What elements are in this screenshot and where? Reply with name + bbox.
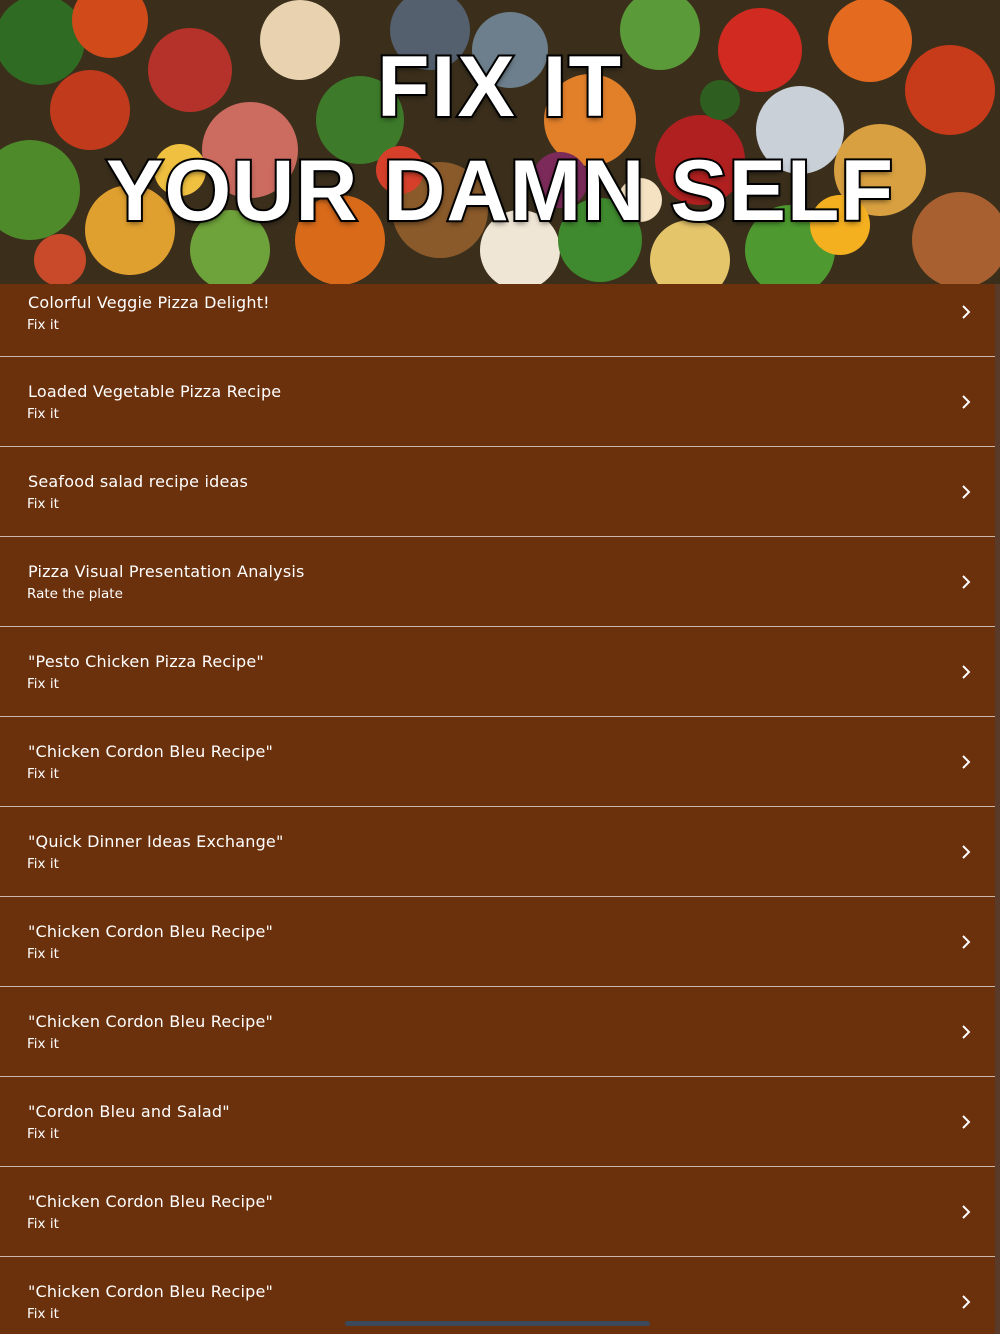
chevron-right-icon bbox=[962, 575, 971, 589]
list-item[interactable]: "Chicken Cordon Bleu Recipe" Fix it bbox=[0, 717, 995, 807]
list-item-subtitle: Fix it bbox=[27, 766, 59, 782]
chevron-right-icon bbox=[962, 305, 971, 319]
list-item[interactable]: "Pesto Chicken Pizza Recipe" Fix it bbox=[0, 627, 995, 717]
conversation-list: Colorful Veggie Pizza Delight! Fix it Lo… bbox=[0, 284, 995, 1334]
chevron-right-icon bbox=[962, 845, 971, 859]
chevron-right-icon bbox=[962, 1295, 971, 1309]
list-item-subtitle: Fix it bbox=[27, 1036, 59, 1052]
chevron-right-icon bbox=[962, 935, 971, 949]
list-item-title: "Chicken Cordon Bleu Recipe" bbox=[28, 1192, 274, 1211]
list-item-subtitle: Fix it bbox=[27, 946, 59, 962]
chevron-right-icon bbox=[962, 1115, 971, 1129]
list-item-title: Pizza Visual Presentation Analysis bbox=[28, 562, 305, 581]
list-item-subtitle: Fix it bbox=[27, 406, 59, 422]
list-item-title: "Chicken Cordon Bleu Recipe" bbox=[28, 1282, 274, 1301]
list-item-subtitle: Fix it bbox=[27, 1306, 59, 1322]
list-item[interactable]: "Cordon Bleu and Salad" Fix it bbox=[0, 1077, 995, 1167]
hero-banner: FIX IT YOUR DAMN SELF bbox=[0, 0, 1000, 284]
list-item[interactable]: "Chicken Cordon Bleu Recipe" Fix it bbox=[0, 987, 995, 1077]
list-item-title: Loaded Vegetable Pizza Recipe bbox=[28, 382, 282, 401]
chevron-right-icon bbox=[962, 755, 971, 769]
list-item[interactable]: Colorful Veggie Pizza Delight! Fix it bbox=[0, 284, 995, 357]
list-item[interactable]: "Chicken Cordon Bleu Recipe" Fix it bbox=[0, 1167, 995, 1257]
list-item-title: "Quick Dinner Ideas Exchange" bbox=[28, 832, 284, 851]
list-item[interactable]: Loaded Vegetable Pizza Recipe Fix it bbox=[0, 357, 995, 447]
list-item-subtitle: Fix it bbox=[27, 676, 59, 692]
list-item-title: "Chicken Cordon Bleu Recipe" bbox=[28, 1012, 274, 1031]
hero-title: FIX IT YOUR DAMN SELF bbox=[0, 39, 1000, 239]
list-item-title: "Pesto Chicken Pizza Recipe" bbox=[28, 652, 264, 671]
scroll-edge bbox=[995, 284, 1000, 1334]
list-item[interactable]: "Quick Dinner Ideas Exchange" Fix it bbox=[0, 807, 995, 897]
list-item[interactable]: Seafood salad recipe ideas Fix it bbox=[0, 447, 995, 537]
list-item-title: Seafood salad recipe ideas bbox=[28, 472, 249, 491]
chevron-right-icon bbox=[962, 485, 971, 499]
list-item-subtitle: Fix it bbox=[27, 1126, 59, 1142]
list-item[interactable]: "Chicken Cordon Bleu Recipe" Fix it bbox=[0, 897, 995, 987]
hero-title-line-1: FIX IT bbox=[375, 39, 624, 135]
list-item-subtitle: Rate the plate bbox=[27, 586, 123, 602]
chevron-right-icon bbox=[962, 1205, 971, 1219]
chevron-right-icon bbox=[962, 665, 971, 679]
list-item-title: Colorful Veggie Pizza Delight! bbox=[28, 293, 270, 312]
chevron-right-icon bbox=[962, 395, 971, 409]
home-indicator[interactable] bbox=[345, 1321, 650, 1326]
list-item-subtitle: Fix it bbox=[27, 496, 59, 512]
list-item-subtitle: Fix it bbox=[27, 1216, 59, 1232]
list-item-subtitle: Fix it bbox=[27, 317, 59, 333]
hero-title-line-2: YOUR DAMN SELF bbox=[104, 143, 895, 239]
list-item-title: "Chicken Cordon Bleu Recipe" bbox=[28, 922, 274, 941]
chevron-right-icon bbox=[962, 1025, 971, 1039]
list-item-title: "Chicken Cordon Bleu Recipe" bbox=[28, 742, 274, 761]
list-item-title: "Cordon Bleu and Salad" bbox=[28, 1102, 230, 1121]
list-item[interactable]: Pizza Visual Presentation Analysis Rate … bbox=[0, 537, 995, 627]
list-item-subtitle: Fix it bbox=[27, 856, 59, 872]
